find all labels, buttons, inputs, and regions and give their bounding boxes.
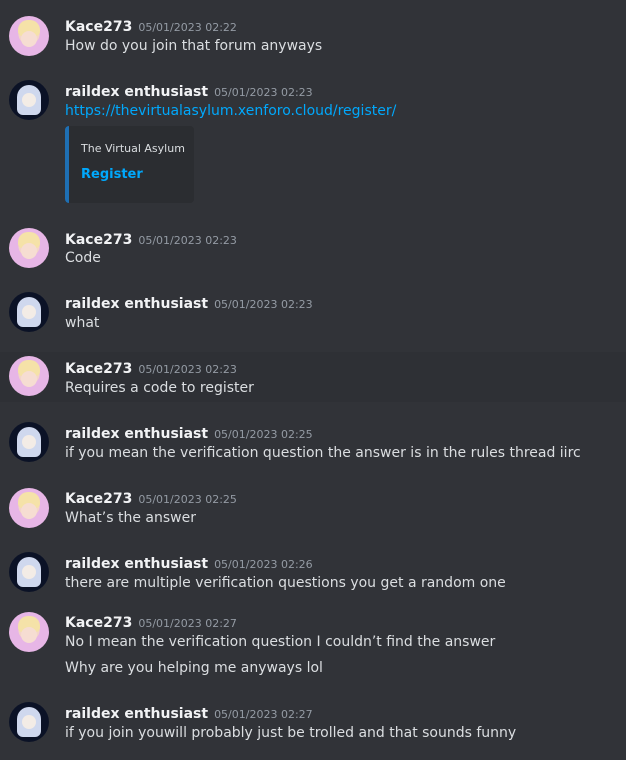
- link-embed: The Virtual Asylum Register: [65, 126, 194, 203]
- message-text: Why are you helping me anyways lol: [65, 660, 323, 676]
- avatar[interactable]: [9, 228, 49, 268]
- message-text: Code: [65, 250, 101, 266]
- username[interactable]: raildex enthusiast: [65, 556, 208, 572]
- avatar[interactable]: [9, 422, 49, 462]
- embed-title-link[interactable]: Register: [81, 167, 143, 182]
- message: raildex enthusiast 05/01/2023 02:23 https…: [0, 70, 626, 220]
- message: Kace273 05/01/2023 02:27 No I mean the ve…: [0, 610, 626, 700]
- avatar[interactable]: [9, 356, 49, 396]
- username[interactable]: raildex enthusiast: [65, 296, 208, 312]
- avatar[interactable]: [9, 488, 49, 528]
- message: raildex enthusiast 05/01/2023 02:27 if yo…: [0, 700, 626, 760]
- message-text: How do you join that forum anyways: [65, 38, 323, 54]
- username[interactable]: Kace273: [65, 615, 132, 631]
- message: raildex enthusiast 05/01/2023 02:23 what: [0, 286, 626, 352]
- avatar[interactable]: [9, 702, 49, 742]
- timestamp: 05/01/2023 02:23: [214, 298, 313, 311]
- timestamp: 05/01/2023 02:23: [138, 234, 237, 247]
- username[interactable]: Kace273: [65, 232, 132, 248]
- message: Kace273 05/01/2023 02:25 What’s the answe…: [0, 484, 626, 550]
- username[interactable]: Kace273: [65, 491, 132, 507]
- username[interactable]: raildex enthusiast: [65, 84, 208, 100]
- message-text: what: [65, 315, 100, 331]
- avatar[interactable]: [9, 80, 49, 120]
- timestamp: 05/01/2023 02:25: [214, 428, 313, 441]
- avatar[interactable]: [9, 16, 49, 56]
- timestamp: 05/01/2023 02:23: [138, 363, 237, 376]
- message: Kace273 05/01/2023 02:23 Code: [0, 220, 626, 286]
- message-text: there are multiple verification question…: [65, 575, 506, 591]
- username[interactable]: raildex enthusiast: [65, 426, 208, 442]
- avatar[interactable]: [9, 292, 49, 332]
- message: Kace273 05/01/2023 02:22 How do you join …: [0, 0, 626, 70]
- avatar[interactable]: [9, 612, 49, 652]
- message-text: if you join youwill probably just be tro…: [65, 725, 517, 741]
- avatar[interactable]: [9, 552, 49, 592]
- message-text: if you mean the verification question th…: [65, 445, 581, 461]
- timestamp: 05/01/2023 02:27: [138, 617, 237, 630]
- timestamp: 05/01/2023 02:27: [214, 708, 313, 721]
- timestamp: 05/01/2023 02:23: [214, 86, 313, 99]
- embed-provider: The Virtual Asylum: [81, 142, 185, 155]
- username[interactable]: raildex enthusiast: [65, 706, 208, 722]
- message-link[interactable]: https://thevirtualasylum.xenforo.cloud/r…: [65, 103, 396, 119]
- message: Kace273 05/01/2023 02:23 Requires a code …: [0, 352, 626, 402]
- message-text: Requires a code to register: [65, 380, 254, 396]
- timestamp: 05/01/2023 02:26: [214, 558, 313, 571]
- username[interactable]: Kace273: [65, 19, 132, 35]
- username[interactable]: Kace273: [65, 361, 132, 377]
- message-text: No I mean the verification question I co…: [65, 634, 496, 650]
- timestamp: 05/01/2023 02:25: [138, 493, 237, 506]
- message-text: What’s the answer: [65, 510, 196, 526]
- timestamp: 05/01/2023 02:22: [138, 21, 237, 34]
- message: raildex enthusiast 05/01/2023 02:26 there…: [0, 550, 626, 610]
- message: raildex enthusiast 05/01/2023 02:25 if yo…: [0, 402, 626, 484]
